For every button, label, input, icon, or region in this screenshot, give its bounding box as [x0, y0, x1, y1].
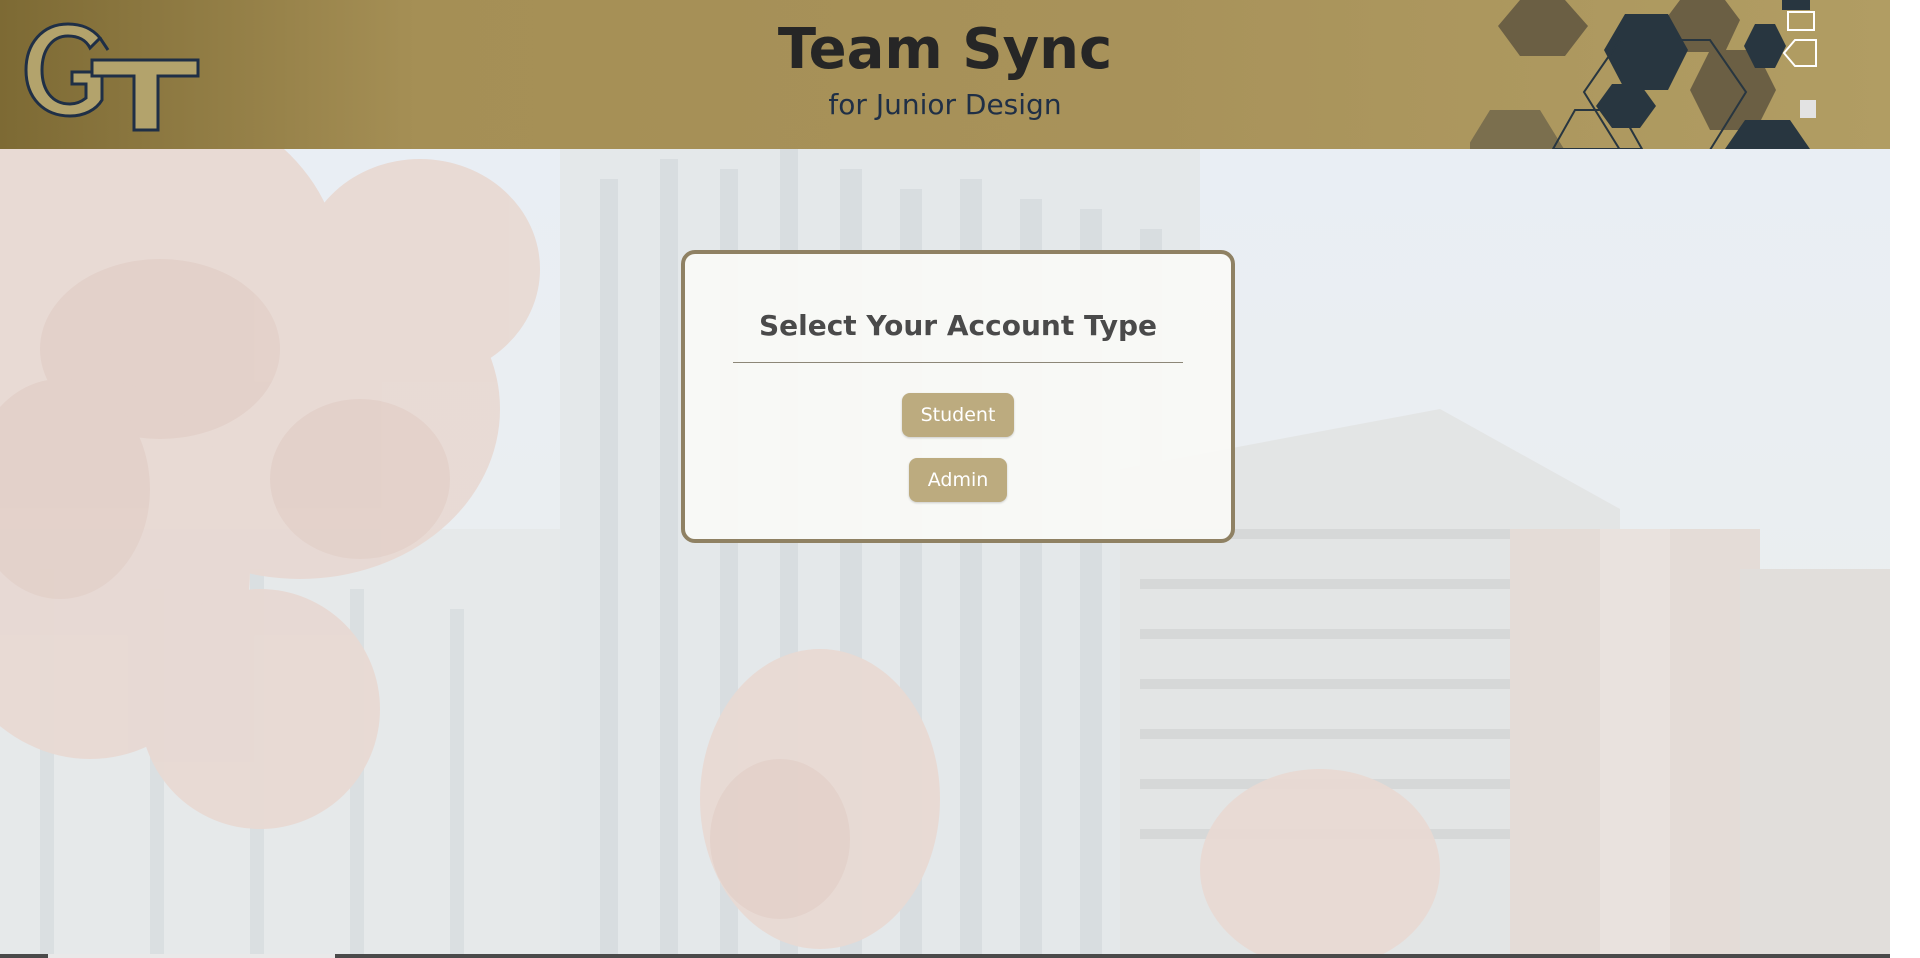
bottom-bar-segment [48, 954, 335, 958]
hexagon-pattern-decoration [1470, 0, 1817, 149]
student-button-wrap: Student [685, 363, 1231, 437]
header-banner: Team Sync for Junior Design [0, 0, 1890, 149]
admin-button-wrap: Admin [685, 437, 1231, 502]
student-button[interactable]: Student [902, 393, 1014, 437]
bottom-bar [0, 954, 1890, 958]
admin-button[interactable]: Admin [909, 458, 1007, 502]
page-right-margin [1890, 0, 1920, 958]
account-type-card: Select Your Account Type Student Admin [681, 250, 1235, 543]
account-type-heading: Select Your Account Type [758, 309, 1158, 342]
page: Team Sync for Junior Design Select Your … [0, 0, 1920, 958]
